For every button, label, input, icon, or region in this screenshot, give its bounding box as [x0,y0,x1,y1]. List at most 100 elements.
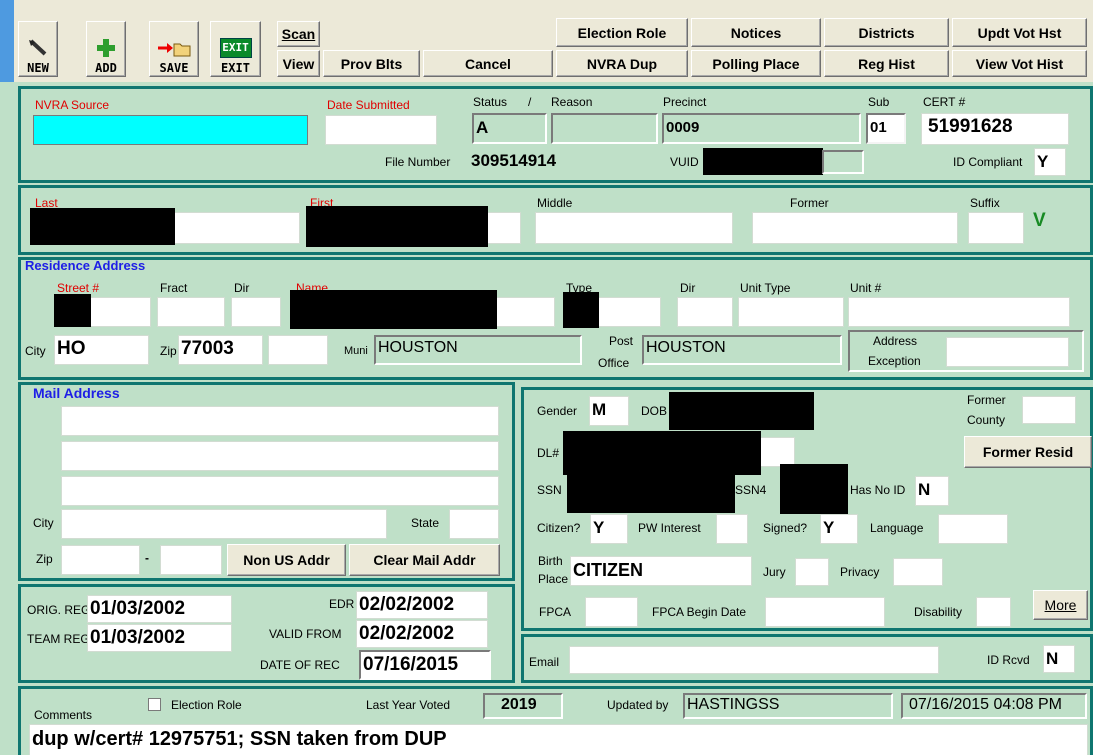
notices-button-label: Notices [730,24,782,41]
signed-field[interactable]: Y [820,514,858,544]
non-us-addr-button[interactable]: Non US Addr [227,544,346,576]
status-field[interactable]: A [472,113,547,144]
comments-input[interactable]: dup w/cert# 12975751; SSN taken from DUP [29,724,1088,755]
muni-label: Muni [344,345,368,357]
updated-by-field[interactable]: HASTINGSS [683,693,893,719]
dir-input[interactable] [231,297,281,327]
scan-button-label: Scan [281,26,316,42]
dir2-input[interactable] [677,297,733,327]
id-rcvd-field[interactable]: N [1043,645,1075,673]
sub-field[interactable]: 01 [866,113,906,144]
prov-blts-button[interactable]: Prov Blts [323,50,420,77]
nvra-dup-button[interactable]: NVRA Dup [556,50,688,77]
polling-place-button-label: Polling Place [712,55,800,72]
reg-hist-button[interactable]: Reg Hist [824,50,949,77]
disability-input[interactable] [976,597,1011,627]
exit-button-label: EXIT [221,61,250,75]
pw-interest-label: PW Interest [638,521,701,535]
save-button[interactable]: SAVE [149,21,199,77]
mail-line1-input[interactable] [61,406,499,436]
former-resid-button[interactable]: Former Resid [964,436,1092,468]
unit-number-input[interactable] [848,297,1070,327]
fract-input[interactable] [157,297,225,327]
election-role-button-label: Election Role [577,24,667,41]
valid-from-field[interactable]: 02/02/2002 [356,620,488,648]
cert-field[interactable]: 51991628 [921,113,1069,145]
view-button-label: View [282,55,315,72]
file-number-value: 309514914 [471,151,557,170]
notices-button[interactable]: Notices [691,18,821,47]
date-of-rec-field[interactable]: 07/16/2015 [359,650,491,680]
team-reg-field[interactable]: 01/03/2002 [87,624,232,652]
fract-label: Fract [160,281,188,295]
residence-zip4-input[interactable] [268,335,328,365]
reason-field[interactable] [551,113,658,144]
valid-from-label: VALID FROM [269,627,342,641]
fpca-label: FPCA [539,605,572,619]
polling-place-button[interactable]: Polling Place [691,50,821,77]
citizen-field[interactable]: Y [590,514,628,544]
districts-button-label: Districts [858,24,915,41]
new-button-label: NEW [27,61,49,75]
nvra-source-input[interactable] [33,115,308,145]
post-label: Post [609,334,634,348]
has-no-id-field[interactable]: N [915,476,949,506]
mail-zip-input[interactable] [61,545,140,575]
exit-button[interactable]: EXIT EXIT [210,21,261,77]
gender-field[interactable]: M [589,396,629,426]
street-name-redacted [290,290,497,329]
mail-zip4-input[interactable] [160,545,222,575]
precinct-field[interactable]: 0009 [662,113,861,144]
clear-mail-addr-label: Clear Mail Addr [373,552,476,568]
birth-place-field[interactable]: CITIZEN [570,556,752,586]
suffix-input[interactable] [968,212,1024,244]
unit-type-input[interactable] [738,297,844,327]
exception-label: Exception [868,354,921,368]
new-wand-icon [29,39,47,56]
comments-label: Comments [34,708,93,722]
muni-field[interactable]: HOUSTON [374,335,582,365]
id-compliant-field[interactable]: Y [1034,148,1066,176]
pw-interest-input[interactable] [716,514,748,544]
cancel-button[interactable]: Cancel [423,50,553,77]
last-name-redacted [30,208,175,245]
mail-line3-input[interactable] [61,476,499,506]
updated-at-field[interactable]: 07/16/2015 04:08 PM [901,693,1087,719]
residence-city-input[interactable]: HO [54,335,149,365]
former-county-input[interactable] [1022,396,1076,424]
view-vot-hist-button[interactable]: View Vot Hist [952,50,1087,77]
id-rcvd-label: ID Rcvd [987,653,1030,667]
orig-reg-label: ORIG. REG [27,603,91,617]
privacy-input[interactable] [893,558,943,586]
election-role-button[interactable]: Election Role [556,18,688,47]
date-submitted-input[interactable] [325,115,437,145]
language-input[interactable] [938,514,1008,544]
last-year-voted-field[interactable]: 2019 [483,693,563,719]
edr-field[interactable]: 02/02/2002 [356,591,488,619]
former-name-input[interactable] [752,212,958,244]
updt-vot-hst-button[interactable]: Updt Vot Hst [952,18,1087,47]
orig-reg-field[interactable]: 01/03/2002 [87,595,232,623]
new-button[interactable]: NEW [18,21,58,77]
former-resid-label: Former Resid [982,444,1074,460]
add-button[interactable]: ADD [86,21,126,77]
email-input[interactable] [569,646,939,674]
status-label: Status [473,95,508,109]
residence-zip-input[interactable]: 77003 [178,335,263,365]
mail-line2-input[interactable] [61,441,499,471]
clear-mail-addr-button[interactable]: Clear Mail Addr [349,544,500,576]
scan-button[interactable]: Scan [277,21,320,47]
jury-input[interactable] [795,558,829,586]
mail-city-input[interactable] [61,509,387,539]
address-exception-input[interactable] [946,337,1069,367]
status-slash: / [528,95,532,109]
fpca-begin-input[interactable] [765,597,885,627]
middle-name-input[interactable] [535,212,733,244]
mail-state-input[interactable] [449,509,499,539]
election-role-checkbox[interactable] [148,698,161,711]
districts-button[interactable]: Districts [824,18,949,47]
more-button[interactable]: More [1033,590,1088,620]
post-office-field[interactable]: HOUSTON [642,335,842,365]
view-button[interactable]: View [277,50,320,77]
fpca-input[interactable] [585,597,638,627]
